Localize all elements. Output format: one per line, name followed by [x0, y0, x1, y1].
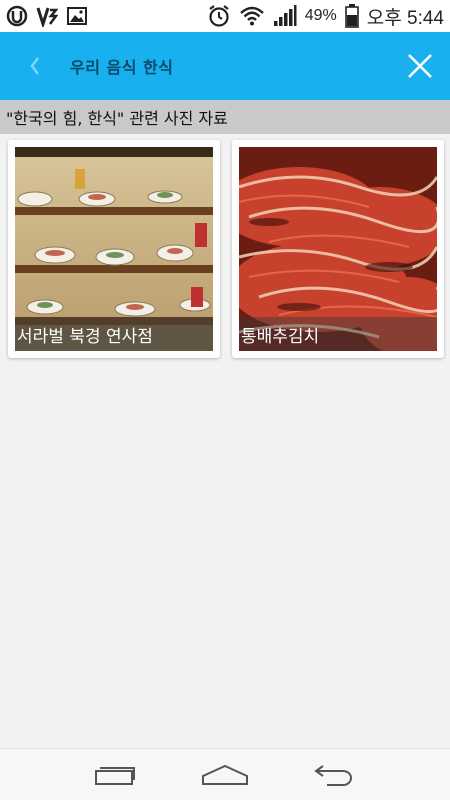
section-header: "한국의 힘, 한식" 관련 사진 자료: [0, 100, 450, 134]
recent-apps-button[interactable]: [85, 755, 145, 795]
battery-icon: [344, 4, 359, 28]
status-bar: 49% 오후 5:44: [0, 0, 450, 32]
photo-caption: 통배추김치: [239, 317, 437, 351]
navigation-bar: [0, 748, 450, 800]
photo-image: 서라벌 북경 연사점: [15, 147, 213, 351]
home-button[interactable]: [195, 755, 255, 795]
v3-notification-icon: [36, 5, 58, 27]
app-bar: 우리 음식 한식: [0, 32, 450, 100]
clock: 오후 5:44: [366, 7, 444, 29]
back-nav-button[interactable]: [305, 755, 365, 795]
app-notification-icon: [6, 5, 28, 27]
status-left-icons: [6, 5, 88, 27]
back-button[interactable]: [0, 32, 70, 100]
close-button[interactable]: [402, 48, 438, 84]
photo-caption: 서라벌 북경 연사점: [15, 317, 213, 351]
signal-icon: [273, 5, 297, 27]
recent-apps-icon: [95, 766, 135, 785]
photo-card[interactable]: 서라벌 북경 연사점: [8, 140, 220, 358]
alarm-icon: [207, 4, 231, 28]
page-title: 우리 음식 한식: [70, 58, 174, 77]
gallery-icon: [66, 5, 88, 27]
photo-image: 통배추김치: [239, 147, 437, 351]
home-icon: [202, 764, 248, 785]
chevron-left-icon: [30, 57, 39, 75]
photo-grid: 서라벌 북경 연사점 통배추김치: [8, 140, 444, 358]
close-icon: [408, 54, 432, 78]
status-right-icons: 49% 오후 5:44: [207, 3, 444, 30]
wifi-icon: [239, 5, 265, 27]
back-arrow-icon: [314, 764, 352, 786]
battery-percent: 49%: [304, 7, 337, 24]
photo-card[interactable]: 통배추김치: [232, 140, 444, 358]
